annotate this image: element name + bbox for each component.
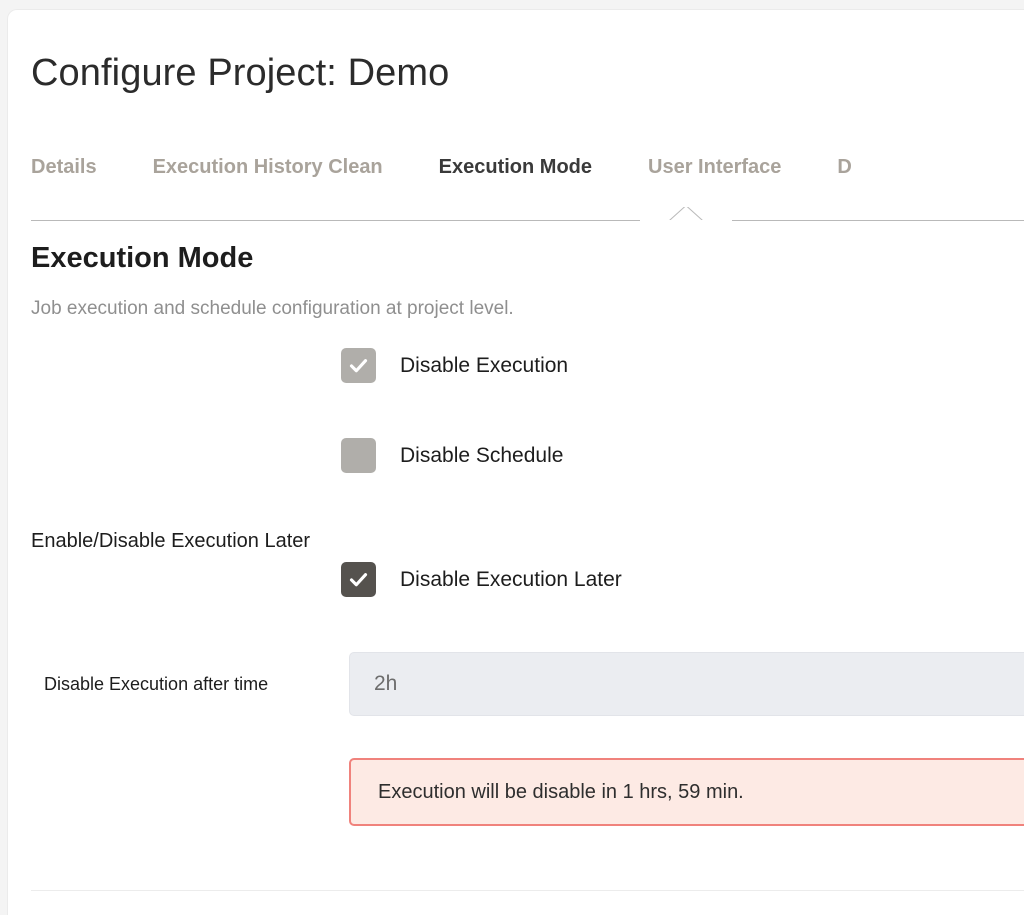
footer-divider [31,890,1024,891]
execution-later-group-label: Enable/Disable Execution Later [31,530,311,552]
section-heading: Execution Mode [31,242,254,274]
tab-default-truncated[interactable]: D [837,150,851,180]
disable-schedule-label[interactable]: Disable Schedule [400,444,563,468]
page-title: Configure Project: Demo [31,52,450,94]
active-tab-caret-icon [640,207,732,222]
tab-details[interactable]: Details [31,150,97,180]
checkmark-icon [349,359,368,373]
tab-execution-history-clean[interactable]: Execution History Clean [153,150,383,180]
tab-execution-mode[interactable]: Execution Mode [439,150,592,180]
alert-message: Execution will be disable in 1 hrs, 59 m… [378,780,744,803]
disable-execution-row[interactable]: Disable Execution [341,348,568,383]
tab-underline [31,220,1024,221]
disable-after-time-label: Disable Execution after time [44,674,269,694]
disable-after-time-input[interactable] [349,652,1024,716]
disable-execution-label[interactable]: Disable Execution [400,354,568,378]
app-window: Configure Project: Demo Details Executio… [0,0,1024,915]
tab-bar: Details Execution History Clean Executio… [31,150,1024,222]
disable-schedule-row[interactable]: Disable Schedule [341,438,563,473]
disable-execution-later-row[interactable]: Disable Execution Later [341,562,622,597]
configure-project-card: Configure Project: Demo Details Executio… [8,10,1024,915]
section-description: Job execution and schedule configuration… [31,298,514,319]
disable-execution-later-checkbox[interactable] [341,562,376,597]
disable-execution-later-label[interactable]: Disable Execution Later [400,568,622,592]
tab-user-interface[interactable]: User Interface [648,150,781,180]
disable-execution-checkbox[interactable] [341,348,376,383]
disable-schedule-checkbox[interactable] [341,438,376,473]
execution-disable-alert: Execution will be disable in 1 hrs, 59 m… [349,758,1024,826]
tab-list: Details Execution History Clean Executio… [31,150,908,180]
checkmark-icon [349,573,368,587]
